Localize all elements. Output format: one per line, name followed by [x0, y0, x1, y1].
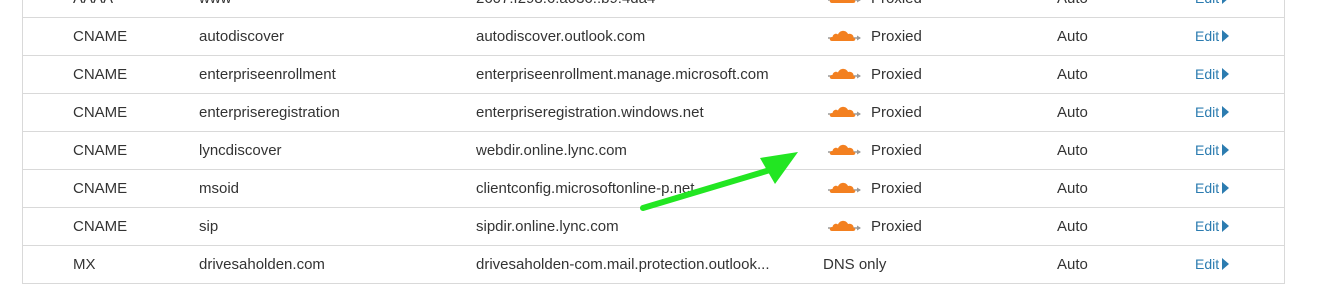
- edit-label[interactable]: Edit: [1195, 28, 1219, 44]
- caret-right-icon[interactable]: [1222, 144, 1230, 156]
- table-row: CNAME enterpriseenrollment enterpriseenrol…: [23, 56, 1284, 94]
- proxy-status: Proxied: [803, 208, 1023, 245]
- record-name: www: [199, 0, 469, 17]
- edit-link[interactable]: Edit: [1195, 56, 1265, 93]
- record-value: enterpriseenrollment.manage.microsoft.co…: [476, 66, 769, 83]
- record-ttl: Auto: [1057, 180, 1088, 197]
- edit-link[interactable]: Edit: [1195, 208, 1265, 245]
- proxy-status: Proxied: [803, 94, 1023, 131]
- orange-cloud-icon[interactable]: [826, 20, 862, 41]
- record-name: enterpriseenrollment: [199, 66, 336, 83]
- table-row: AAAA www 2607:f298:6:a036::b9:4da4 Proxied A…: [23, 0, 1284, 18]
- record-name: autodiscover: [199, 28, 285, 45]
- record-ttl: Auto: [1057, 0, 1157, 17]
- caret-right-icon[interactable]: [1222, 258, 1230, 270]
- proxy-status-label: Proxied: [871, 142, 922, 159]
- record-type: CNAME: [73, 142, 128, 159]
- record-value: autodiscover.outlook.com: [476, 28, 646, 45]
- proxy-status: DNS only: [803, 246, 1023, 283]
- orange-cloud-icon[interactable]: [826, 210, 862, 231]
- record-name: enterpriseregistration: [199, 104, 340, 121]
- edit-label[interactable]: Edit: [1195, 180, 1219, 196]
- caret-right-icon[interactable]: [1222, 182, 1230, 194]
- edit-label[interactable]: Edit: [1195, 104, 1219, 120]
- record-value: sipdir.online.lync.com: [476, 218, 619, 235]
- orange-cloud-icon[interactable]: [826, 172, 862, 193]
- proxy-status-label: Proxied: [871, 180, 922, 197]
- record-value: enterpriseregistration.windows.net: [476, 104, 704, 121]
- record-ttl: Auto: [1057, 104, 1088, 121]
- edit-link[interactable]: Edit: [1195, 18, 1265, 55]
- record-type: CNAME: [73, 218, 128, 235]
- record-value: drivesaholden-com.mail.protection.outloo…: [476, 256, 770, 273]
- record-ttl: Auto: [1057, 256, 1088, 273]
- table-row: CNAME lyncdiscover webdir.online.lync.com P…: [23, 132, 1284, 170]
- record-name: msoid: [199, 180, 240, 197]
- edit-link[interactable]: Edit: [1195, 132, 1265, 169]
- caret-right-icon[interactable]: [1222, 0, 1230, 4]
- record-value: 2607:f298:6:a036::b9:4da4: [476, 0, 801, 17]
- proxy-status: Proxied: [803, 56, 1023, 93]
- record-type: CNAME: [73, 104, 128, 121]
- record-type: MX: [73, 256, 96, 273]
- proxy-status-label: Proxied: [871, 0, 922, 7]
- edit-link[interactable]: Edit: [1195, 94, 1265, 131]
- edit-link[interactable]: Edit: [1195, 170, 1265, 207]
- table-row: CNAME enterpriseregistration enterprisereg…: [23, 94, 1284, 132]
- proxy-status-label: Proxied: [871, 218, 922, 235]
- edit-label[interactable]: Edit: [1195, 0, 1219, 6]
- record-name: lyncdiscover: [199, 142, 282, 159]
- edit-label[interactable]: Edit: [1195, 256, 1219, 272]
- record-type: CNAME: [73, 66, 128, 83]
- record-value: webdir.online.lync.com: [476, 142, 627, 159]
- record-type: CNAME: [73, 180, 128, 197]
- proxy-status: Proxied: [803, 170, 1023, 207]
- proxy-status-label: Proxied: [871, 66, 922, 83]
- table-row: MX drivesaholden.com drivesaholden-com.mai…: [23, 246, 1284, 284]
- record-ttl: Auto: [1057, 28, 1088, 45]
- orange-cloud-icon[interactable]: [826, 134, 862, 155]
- caret-right-icon[interactable]: [1222, 30, 1230, 42]
- table-row: CNAME autodiscover autodiscover.outlook.co…: [23, 18, 1284, 56]
- record-name: drivesaholden.com: [199, 256, 325, 273]
- table-row: CNAME msoid clientconfig.microsoftonline-p…: [23, 170, 1284, 208]
- table-row: CNAME sip sipdir.online.lync.com Proxied Aut…: [23, 208, 1284, 246]
- proxy-status-label: Proxied: [871, 104, 922, 121]
- caret-right-icon[interactable]: [1222, 68, 1230, 80]
- record-name: sip: [199, 218, 219, 235]
- caret-right-icon[interactable]: [1222, 220, 1230, 232]
- dns-records-page: AAAAwww2607:f298:6:a036::b9:4da4ProxiedA…: [0, 0, 1336, 290]
- record-type: AAAA: [73, 0, 193, 17]
- record-ttl: Auto: [1057, 218, 1088, 235]
- proxy-status-label: Proxied: [871, 28, 922, 45]
- orange-cloud-icon[interactable]: [826, 96, 862, 117]
- proxy-status: Proxied: [803, 132, 1023, 169]
- record-ttl: Auto: [1057, 142, 1088, 159]
- orange-cloud-icon[interactable]: [826, 58, 862, 79]
- proxy-status: Proxied: [803, 0, 1023, 17]
- edit-label[interactable]: Edit: [1195, 66, 1219, 82]
- record-type: CNAME: [73, 28, 128, 45]
- proxy-status-label: DNS only: [823, 256, 887, 273]
- edit-label[interactable]: Edit: [1195, 218, 1219, 234]
- dns-records-table: AAAAwww2607:f298:6:a036::b9:4da4ProxiedA…: [22, 0, 1285, 284]
- caret-right-icon[interactable]: [1222, 106, 1230, 118]
- edit-link[interactable]: Edit: [1195, 0, 1265, 17]
- proxy-status: Proxied: [803, 18, 1023, 55]
- edit-link[interactable]: Edit: [1195, 246, 1265, 283]
- edit-label[interactable]: Edit: [1195, 142, 1219, 158]
- record-value: clientconfig.microsoftonline-p.net: [476, 180, 695, 197]
- record-ttl: Auto: [1057, 66, 1088, 83]
